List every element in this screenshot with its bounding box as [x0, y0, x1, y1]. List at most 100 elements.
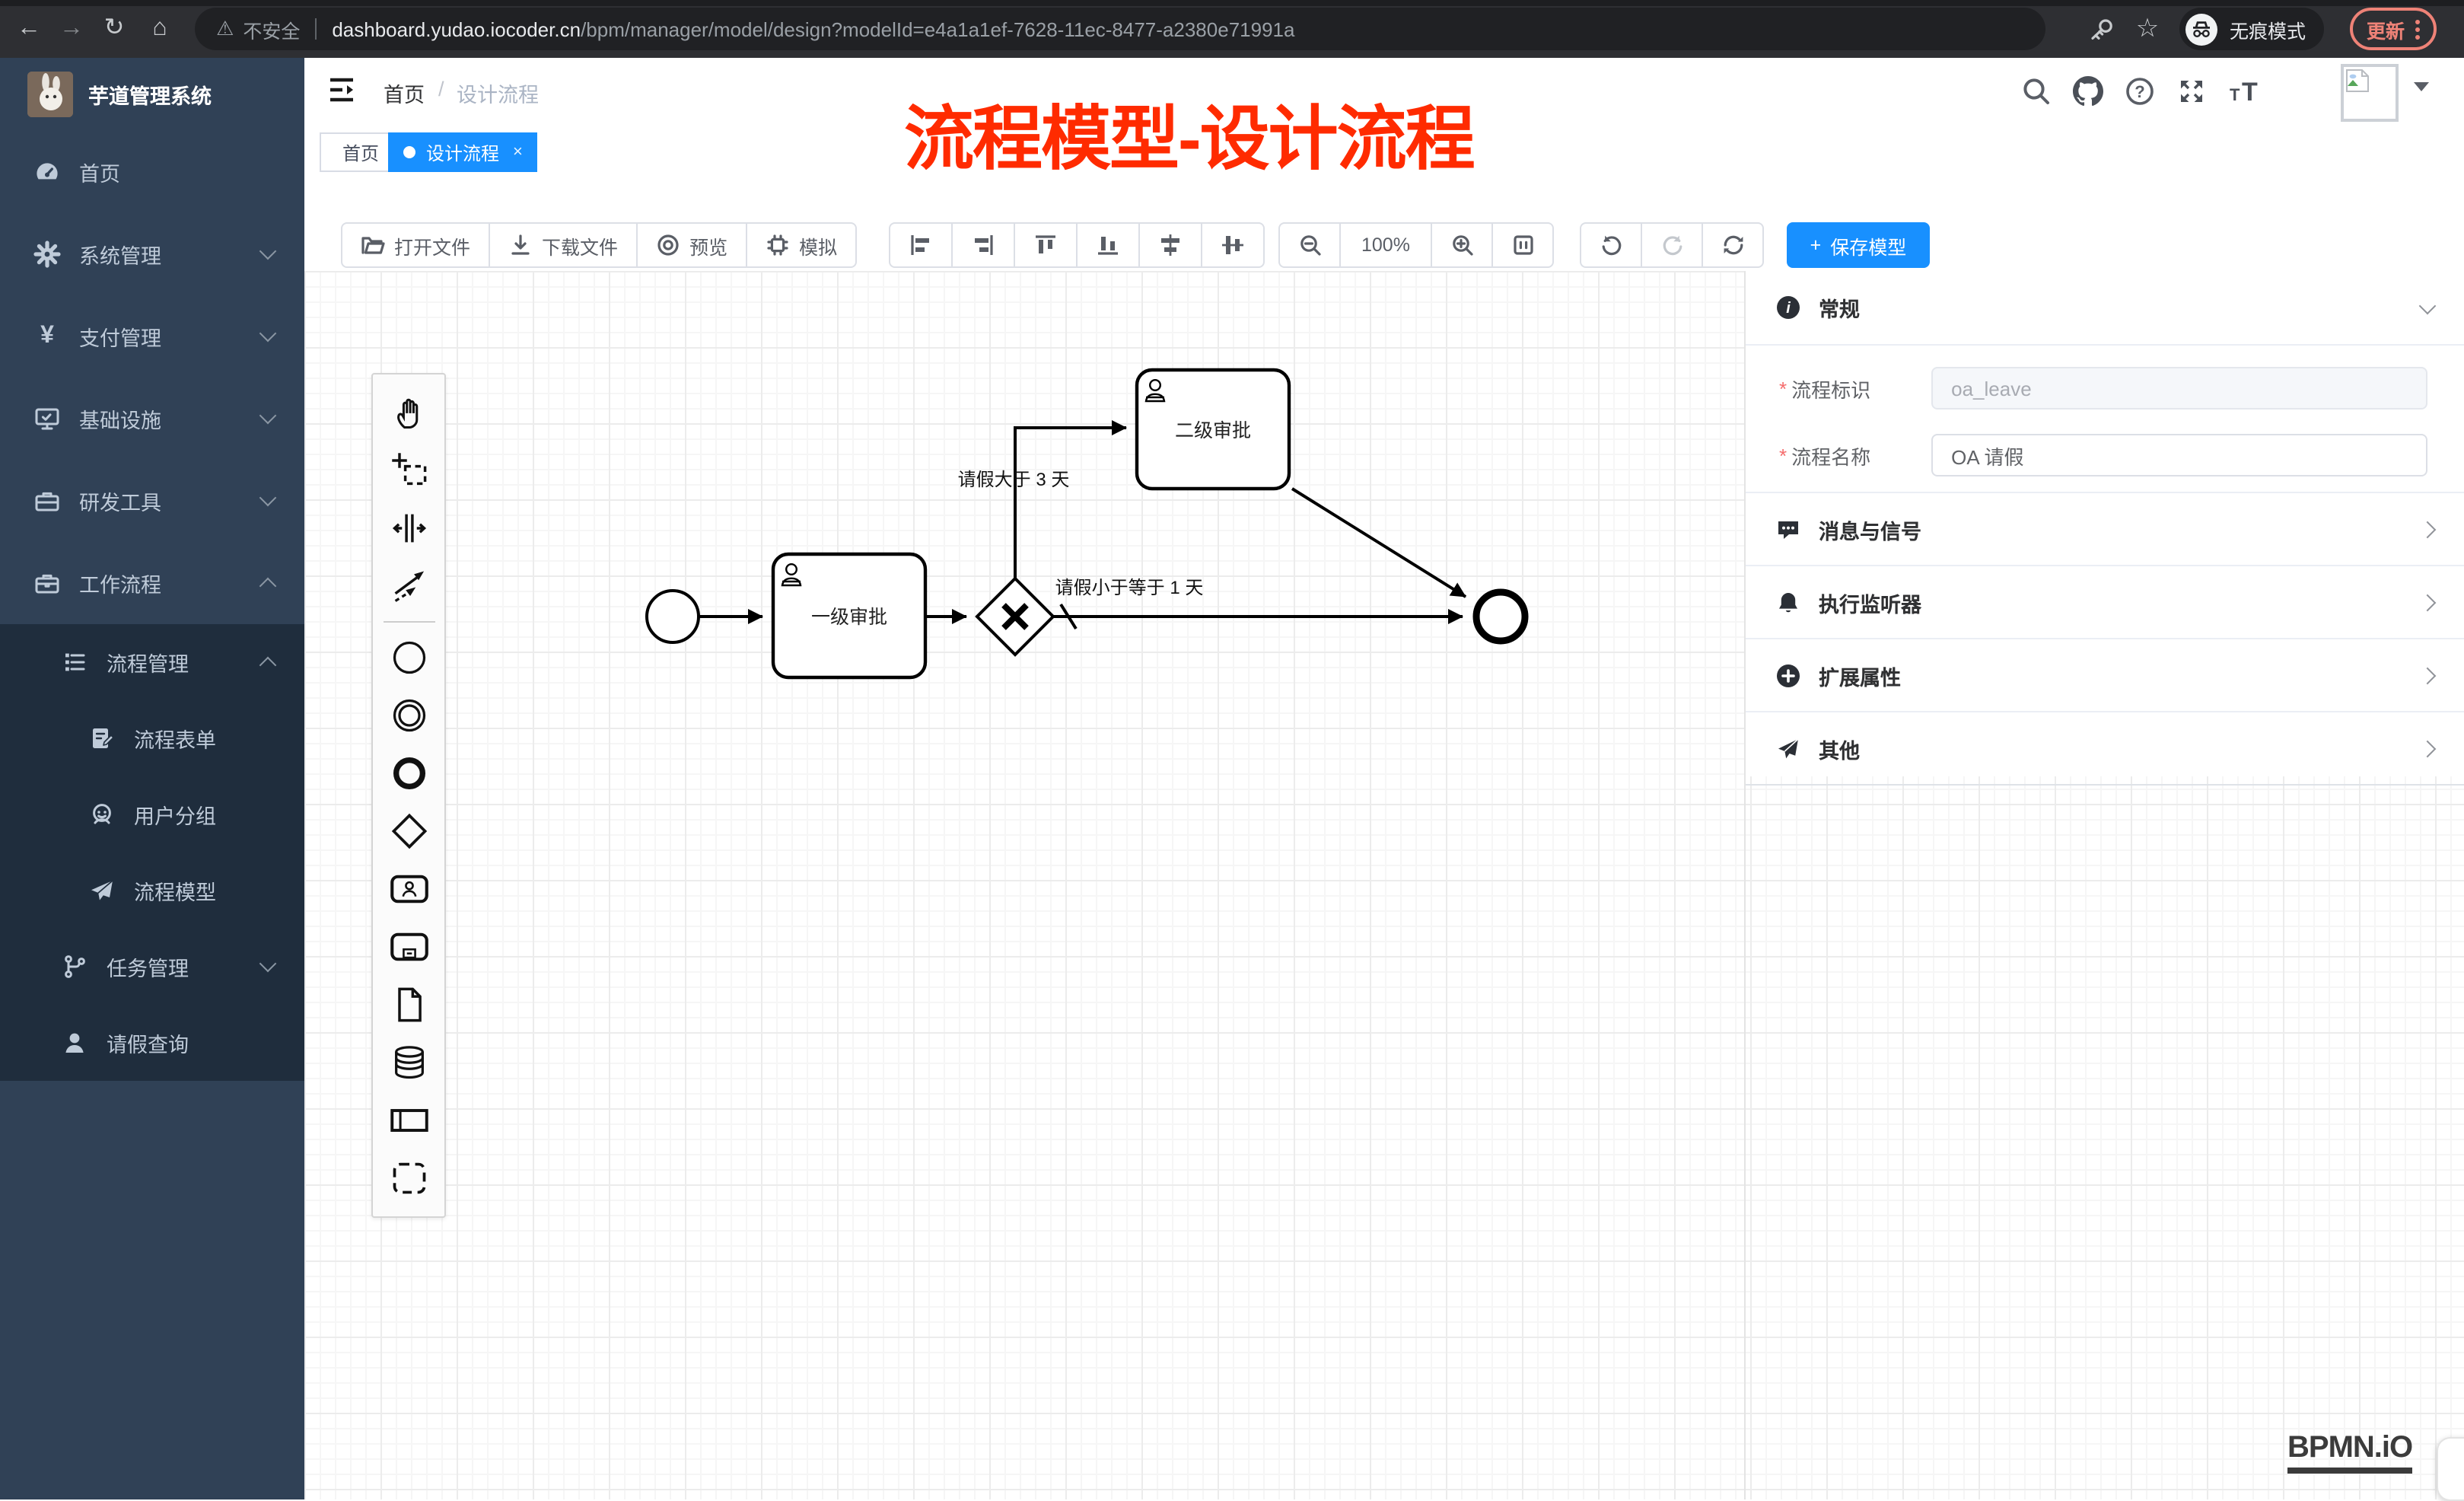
sidebar-item-leave-query[interactable]: 请假查询 [0, 1005, 304, 1081]
align-middle-button[interactable] [1138, 222, 1202, 268]
font-size-icon[interactable]: TT [2228, 76, 2259, 107]
align-top-button[interactable] [1014, 222, 1078, 268]
app-logo-row[interactable]: 芋道管理系统 [0, 58, 304, 131]
sidebar-item-process-mgmt[interactable]: 流程管理 [0, 624, 304, 700]
download-icon [508, 233, 533, 257]
sidebar-item-user-group[interactable]: 用户分组 [0, 776, 304, 852]
sidebar-item-process-model[interactable]: 流程模型 [0, 852, 304, 929]
address-divider [315, 18, 317, 40]
sidebar-item-dev[interactable]: 研发工具 [0, 460, 304, 542]
incognito-badge: 无痕模式 [2179, 8, 2324, 50]
preview-button[interactable]: 预览 [636, 222, 747, 268]
panel-section-listener[interactable]: 执行监听器 [1746, 566, 2464, 639]
open-file-button[interactable]: 打开文件 [341, 222, 490, 268]
address-bar[interactable]: ⚠ 不安全 dashboard.yudao.iocoder.cn/bpm/man… [195, 8, 2045, 50]
yen-icon: ¥ [33, 323, 61, 350]
sidebar-item-label: 请假查询 [107, 1028, 189, 1058]
save-model-button[interactable]: + 保存模型 [1787, 222, 1930, 268]
panel-section-general[interactable]: i 常规 [1746, 271, 2464, 346]
fullscreen-icon[interactable] [2176, 76, 2207, 107]
key-icon[interactable] [2088, 15, 2115, 43]
avatar-caret-icon[interactable] [2414, 82, 2429, 91]
browser-forward-button[interactable]: → [55, 12, 88, 46]
restart-button[interactable] [1702, 222, 1764, 268]
condition-label-gt3[interactable]: 请假大于 3 天 [958, 470, 1070, 490]
bookmark-star-icon[interactable]: ☆ [2131, 12, 2164, 46]
bpmn-diagram[interactable]: 一级审批 二级审批 请假大于 3 天 请假小于等于 1 天 [304, 271, 1744, 1499]
zoom-reset-button[interactable] [1491, 222, 1554, 268]
browser-back-button[interactable]: ← [12, 12, 46, 46]
sidebar-item-label: 系统管理 [79, 239, 161, 269]
bpmn-io-logo[interactable]: BPMN.iO [2287, 1431, 2412, 1474]
chevron-down-icon [259, 325, 277, 343]
align-center-button[interactable] [1201, 222, 1265, 268]
section-label: 其他 [1819, 733, 1860, 763]
browser-reload-button[interactable]: ↻ [97, 12, 131, 46]
chevron-right-icon [2419, 741, 2437, 758]
align-button-group [889, 222, 1265, 268]
tab-label: 设计流程 [426, 139, 499, 165]
avatar[interactable] [2341, 64, 2399, 122]
paper-plane-icon [88, 877, 116, 904]
flow-gateway-to-task2[interactable] [1015, 428, 1126, 578]
browser-update-button[interactable]: 更新 [2350, 8, 2437, 50]
toolbox-icon [33, 487, 61, 515]
condition-label-le1[interactable]: 请假小于等于 1 天 [1055, 578, 1204, 598]
info-icon: i [1776, 295, 1800, 320]
align-bottom-button[interactable] [1076, 222, 1140, 268]
sidebar-item-label: 用户分组 [134, 799, 216, 830]
update-label: 更新 [2367, 14, 2405, 43]
plus-circle-icon [1776, 663, 1800, 687]
search-icon[interactable] [2021, 76, 2052, 107]
align-left-button[interactable] [889, 222, 953, 268]
monitor-icon [33, 405, 61, 432]
sidebar-item-process-form[interactable]: 流程表单 [0, 700, 304, 776]
sidebar-item-system[interactable]: 系统管理 [0, 213, 304, 295]
help-icon[interactable]: ? [2125, 76, 2155, 107]
chip-icon [766, 233, 790, 257]
zoom-in-button[interactable] [1431, 222, 1493, 268]
history-button-group [1580, 222, 1764, 268]
sidebar-item-home[interactable]: 首页 [0, 131, 304, 213]
process-name-input[interactable] [1931, 434, 2427, 476]
sidebar-item-label: 支付管理 [79, 321, 161, 352]
align-right-button[interactable] [951, 222, 1015, 268]
flow-task2-to-end[interactable] [1292, 489, 1466, 597]
browser-home-button[interactable]: ⌂ [143, 12, 177, 46]
simulate-button[interactable]: 模拟 [746, 222, 857, 268]
url-path: /bpm/manager/model/design?modelId=e4a1a1… [581, 18, 1294, 40]
panel-section-message[interactable]: 消息与信号 [1746, 493, 2464, 566]
panel-section-extension[interactable]: 扩展属性 [1746, 639, 2464, 712]
corner-handle[interactable] [2437, 1437, 2464, 1501]
bell-icon [1776, 590, 1800, 614]
process-key-input[interactable] [1931, 367, 2427, 410]
active-dot [403, 146, 415, 158]
sidebar-collapse-icon[interactable] [329, 76, 359, 107]
sidebar-item-task-mgmt[interactable]: 任务管理 [0, 929, 304, 1005]
end-event[interactable] [1476, 592, 1525, 641]
message-icon [1776, 517, 1800, 541]
breadcrumb-home[interactable]: 首页 [384, 78, 425, 108]
undo-button[interactable] [1580, 222, 1642, 268]
redo-button[interactable] [1641, 222, 1703, 268]
download-file-button[interactable]: 下载文件 [489, 222, 638, 268]
dashboard-icon [33, 158, 61, 186]
sidebar-item-label: 流程模型 [134, 875, 216, 906]
start-event[interactable] [647, 591, 699, 642]
tab-label: 首页 [342, 139, 379, 165]
zoom-button-group: 100% [1278, 222, 1554, 268]
folder-open-icon [361, 233, 385, 257]
panel-section-other[interactable]: 其他 [1746, 712, 2464, 786]
align-middle-icon [1158, 233, 1183, 257]
close-icon[interactable]: × [513, 143, 523, 161]
bpmn-canvas[interactable]: 一级审批 二级审批 请假大于 3 天 请假小于等于 1 天 BPMN.iO i … [304, 271, 2464, 1499]
file-button-group: 打开文件 下载文件 预览 模拟 [341, 222, 857, 268]
sidebar-item-infra[interactable]: 基础设施 [0, 378, 304, 460]
github-icon[interactable] [2073, 76, 2103, 107]
sidebar-item-workflow[interactable]: 工作流程 [0, 542, 304, 624]
sidebar-item-pay[interactable]: ¥ 支付管理 [0, 295, 304, 378]
tab-design[interactable]: 设计流程 × [388, 132, 538, 172]
zoom-out-button[interactable] [1278, 222, 1341, 268]
briefcase-icon [33, 569, 61, 597]
zoom-level: 100% [1339, 222, 1432, 268]
